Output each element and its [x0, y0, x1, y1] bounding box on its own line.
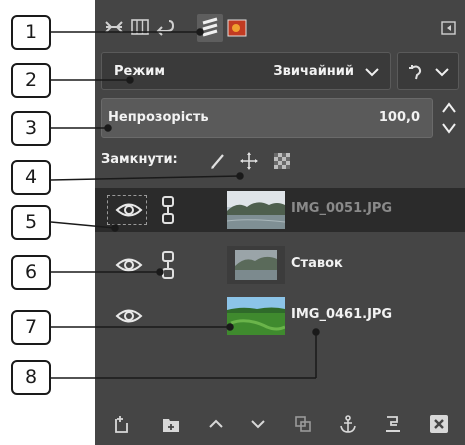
- chevron-up-icon: [209, 419, 223, 428]
- tab-device-status[interactable]: [129, 16, 151, 38]
- layer-mode-combo[interactable]: Режим Звичайний: [101, 52, 391, 90]
- layers-dock-panel: Режим Звичайний Непрозорість 100,0 Замкн…: [95, 0, 465, 445]
- layer-thumbnail: [227, 191, 285, 229]
- opacity-spin-buttons[interactable]: [437, 98, 461, 138]
- eye-icon[interactable]: [115, 200, 143, 220]
- merge-down-icon: [386, 416, 400, 432]
- layers-toolbar: [95, 406, 465, 442]
- tab-undo-history[interactable]: [153, 16, 175, 38]
- eye-icon[interactable]: [115, 255, 143, 275]
- callout-6: 6: [11, 255, 51, 290]
- callout-1: 1: [11, 15, 51, 50]
- layer-thumbnail: [227, 297, 285, 335]
- mode-label: Режим: [114, 64, 166, 79]
- callout-3: 3: [11, 111, 51, 146]
- opacity-label: Непрозорість: [108, 110, 209, 125]
- lock-label: Замкнути:: [101, 152, 178, 167]
- chain-link-icon[interactable]: [159, 195, 177, 225]
- mode-value: Звичайний: [273, 64, 354, 79]
- dock-tab-bar: [95, 12, 465, 46]
- chevron-down-icon: [365, 68, 379, 77]
- raise-layer-button[interactable]: [206, 414, 226, 434]
- lock-position-icon[interactable]: [239, 151, 259, 171]
- layer-row[interactable]: IMG_0461.JPG: [95, 294, 465, 338]
- duplicate-layer-button[interactable]: [293, 414, 313, 434]
- opacity-slider[interactable]: Непрозорість 100,0: [101, 98, 433, 138]
- undo-history-icon: [156, 20, 175, 36]
- image-tab-icon: [227, 19, 247, 37]
- lower-layer-button[interactable]: [248, 414, 268, 434]
- composite-mode-combo[interactable]: [397, 52, 459, 90]
- lock-pixels-icon[interactable]: [209, 152, 227, 170]
- chevron-down-icon: [251, 420, 265, 429]
- merge-layer-button[interactable]: [383, 414, 403, 434]
- callout-5: 5: [11, 205, 51, 240]
- opacity-value: 100,0: [378, 110, 420, 125]
- chevron-down-icon: [435, 68, 449, 77]
- tab-layers[interactable]: [197, 14, 223, 42]
- tool-options-icon: [105, 21, 123, 33]
- eye-icon[interactable]: [115, 306, 143, 326]
- anchor-layer-button[interactable]: [338, 414, 358, 434]
- layer-row[interactable]: IMG_0051.JPG: [95, 188, 465, 232]
- lock-alpha-icon[interactable]: [273, 152, 291, 170]
- delete-layer-button[interactable]: [429, 414, 449, 434]
- duplicate-icon: [295, 416, 311, 432]
- layers-stack-icon: [202, 17, 218, 37]
- callout-7: 7: [11, 310, 51, 345]
- layer-name: Ставок: [291, 256, 343, 271]
- new-layer-group-button[interactable]: [161, 414, 181, 434]
- layer-name: IMG_0051.JPG: [291, 201, 393, 216]
- callout-8: 8: [11, 360, 51, 395]
- callout-4: 4: [11, 160, 51, 195]
- layer-group-icon: [163, 419, 179, 432]
- layer-name: IMG_0461.JPG: [291, 307, 393, 322]
- delete-icon: [430, 415, 448, 433]
- anchor-icon: [340, 415, 356, 433]
- new-layer-icon: [115, 416, 128, 433]
- layer-row[interactable]: Ставок: [95, 243, 465, 287]
- tab-images[interactable]: [227, 18, 247, 38]
- dock-menu-icon: [441, 21, 456, 35]
- layer-thumbnail: [227, 246, 285, 284]
- new-layer-button[interactable]: [111, 414, 131, 434]
- lock-row: Замкнути:: [101, 148, 461, 174]
- dock-menu-button[interactable]: [441, 20, 457, 36]
- chain-link-icon[interactable]: [159, 250, 177, 280]
- callout-2: 2: [11, 63, 51, 98]
- composite-mode-icon: [409, 65, 422, 80]
- grid-icon: [131, 19, 149, 35]
- tab-tool-options[interactable]: [103, 16, 125, 38]
